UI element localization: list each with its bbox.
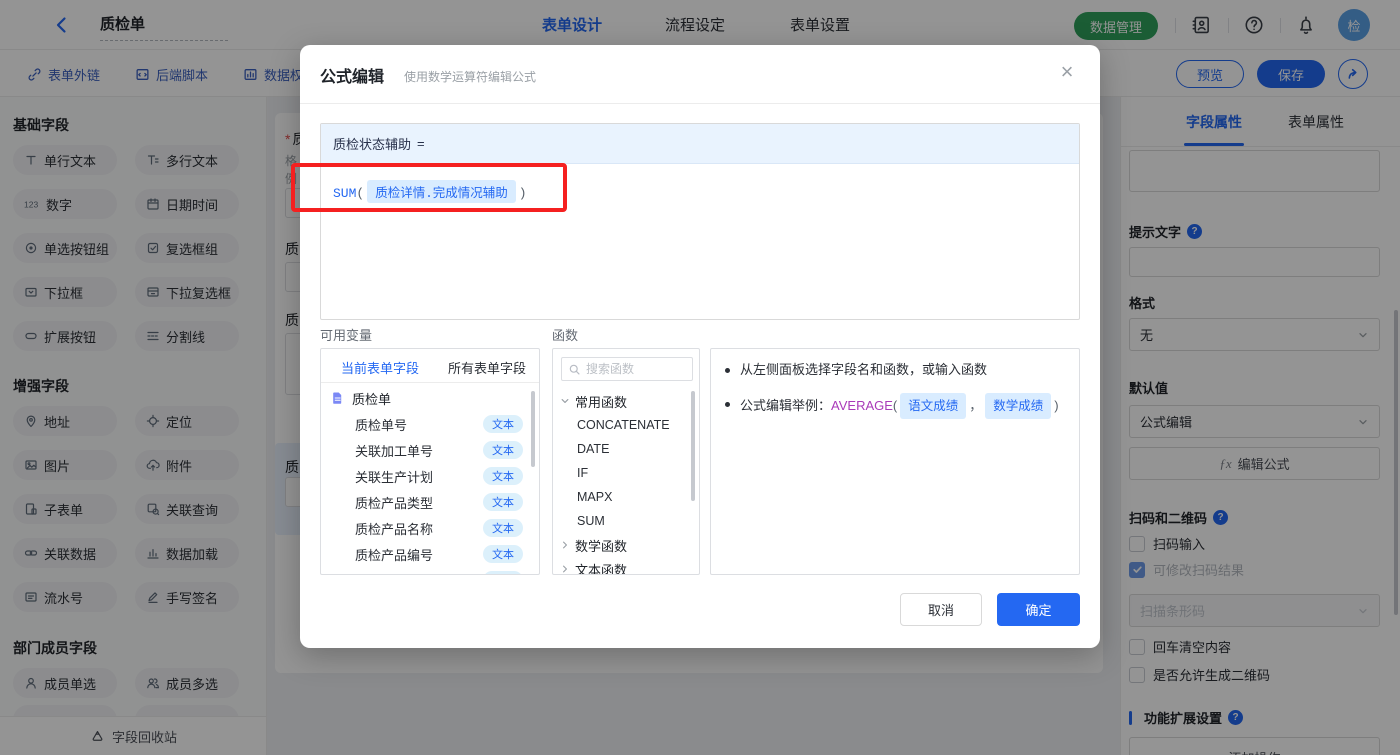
example-field-chip: 数学成绩 [985, 393, 1052, 419]
bullet-icon [725, 402, 730, 407]
tree-root-label: 质检单 [352, 391, 392, 407]
confirm-button[interactable]: 确定 [997, 593, 1080, 626]
close-paren: ) [518, 186, 527, 201]
variable-item[interactable]: 关联加工单号 文本 [321, 437, 539, 463]
example-field-chip: 语文成绩 [900, 393, 967, 419]
field-type-badge: 文本 [483, 493, 523, 511]
modal-subtitle: 使用数学运算符编辑公式 [404, 70, 537, 84]
field-type-badge: 文本 [483, 571, 523, 574]
tip-example: 公式编辑举例：AVERAGE(语文成绩，数学成绩) [740, 393, 1059, 419]
variable-name: 质检产品类型 [355, 495, 434, 511]
field-token-chip[interactable]: 质检详情.完成情况辅助 [367, 180, 516, 203]
variable-item[interactable]: 质检单号 文本 [321, 411, 539, 437]
function-group-text[interactable]: 文本函数 [553, 557, 699, 575]
bullet-icon [725, 368, 730, 373]
formula-input-area[interactable]: SUM(质检详情.完成情况辅助) [321, 164, 1079, 219]
tip-line-1: 从左侧面板选择字段名和函数，或输入函数 [725, 359, 1079, 381]
function-item[interactable]: SUM [553, 509, 699, 533]
tip-text: 从左侧面板选择字段名和函数，或输入函数 [740, 362, 988, 377]
function-item[interactable]: DATE [553, 437, 699, 461]
variable-item[interactable]: 关联生产计划 文本 [321, 463, 539, 489]
form-file-icon [333, 392, 342, 404]
variable-name: 关联加工单号 [355, 443, 434, 459]
formula-editor-modal: 公式编辑 使用数学运算符编辑公式 × 质检状态辅助 = SUM(质检详情.完成情… [300, 45, 1100, 648]
variable-item[interactable]: 质检产品类型 文本 [321, 489, 539, 515]
formula-editor-box: 质检状态辅助 = SUM(质检详情.完成情况辅助) [320, 123, 1080, 320]
cancel-button[interactable]: 取消 [900, 593, 982, 626]
function-group-label: 常用函数 [575, 394, 628, 410]
close-icon[interactable]: × [1052, 57, 1082, 87]
variables-tree: 质检单 质检单号 文本 关联加工单号 文本 关联生产计划 文本 质检产品类型 文本 质检… [321, 383, 539, 574]
formula-equals: = [417, 136, 425, 151]
variables-panel: 当前表单字段 所有表单字段 质检单 质检单号 文本 关联加工单号 文本 关联生产计划… [320, 348, 540, 575]
variable-name: 质检单号 [355, 417, 408, 433]
formula-target-row: 质检状态辅助 = [321, 124, 1079, 164]
variables-tabs: 当前表单字段 所有表单字段 [321, 349, 539, 383]
tip-line-2: 公式编辑举例：AVERAGE(语文成绩，数学成绩) [725, 393, 1079, 419]
tab-all-form-fields[interactable]: 所有表单字段 [448, 358, 526, 377]
function-group-common[interactable]: 常用函数 [553, 389, 699, 413]
variables-panel-label: 可用变量 [320, 328, 373, 343]
search-icon [569, 364, 580, 375]
function-item[interactable]: MAPX [553, 485, 699, 509]
functions-scrollbar[interactable] [691, 391, 695, 501]
modal-title: 公式编辑 [320, 69, 385, 86]
field-type-badge: 文本 [483, 519, 523, 537]
variable-item[interactable]: 质检产品编号 文本 [321, 541, 539, 567]
modal-header-divider [300, 103, 1100, 104]
formula-function-name: SUM [333, 186, 357, 201]
chevron-down-icon [561, 399, 569, 403]
example-function-name: AVERAGE [831, 398, 893, 413]
open-paren: ( [356, 186, 365, 201]
function-item[interactable]: CONCATENATE [553, 413, 699, 437]
field-type-badge: 文本 [483, 441, 523, 459]
function-search[interactable] [561, 357, 693, 381]
chevron-right-icon [563, 541, 567, 549]
variable-name: 质检产品名称 [355, 521, 434, 537]
tree-root-form[interactable]: 质检单 [321, 385, 539, 411]
functions-panel-label: 函数 [552, 328, 579, 343]
formula-target-field: 质检状态辅助 [333, 137, 412, 152]
variable-item[interactable]: 文本 [321, 567, 539, 574]
tab-current-form-fields[interactable]: 当前表单字段 [341, 358, 419, 377]
variable-item[interactable]: 质检产品名称 文本 [321, 515, 539, 541]
variable-name: 质检产品编号 [355, 547, 434, 563]
function-group-label: 数学函数 [575, 538, 628, 554]
function-item[interactable]: IF [553, 461, 699, 485]
variables-scrollbar[interactable] [531, 391, 535, 467]
field-type-badge: 文本 [483, 467, 523, 485]
field-type-badge: 文本 [483, 545, 523, 563]
functions-tree: 常用函数 CONCATENATE DATE IF MAPX SUM 数学函数 文… [553, 389, 699, 575]
function-group-math[interactable]: 数学函数 [553, 533, 699, 557]
function-search-input[interactable] [586, 362, 681, 376]
functions-panel: 常用函数 CONCATENATE DATE IF MAPX SUM 数学函数 文… [552, 348, 700, 575]
field-type-badge: 文本 [483, 415, 523, 433]
variable-name: 关联生产计划 [355, 469, 434, 485]
chevron-right-icon [563, 565, 567, 573]
app-root: 质检单 表单设计 流程设定 表单设置 数据管理 检 表单外链 后端脚本 数据权 … [0, 0, 1400, 755]
tips-panel: 从左侧面板选择字段名和函数，或输入函数 公式编辑举例：AVERAGE(语文成绩，… [710, 348, 1080, 575]
function-group-label: 文本函数 [575, 562, 628, 575]
